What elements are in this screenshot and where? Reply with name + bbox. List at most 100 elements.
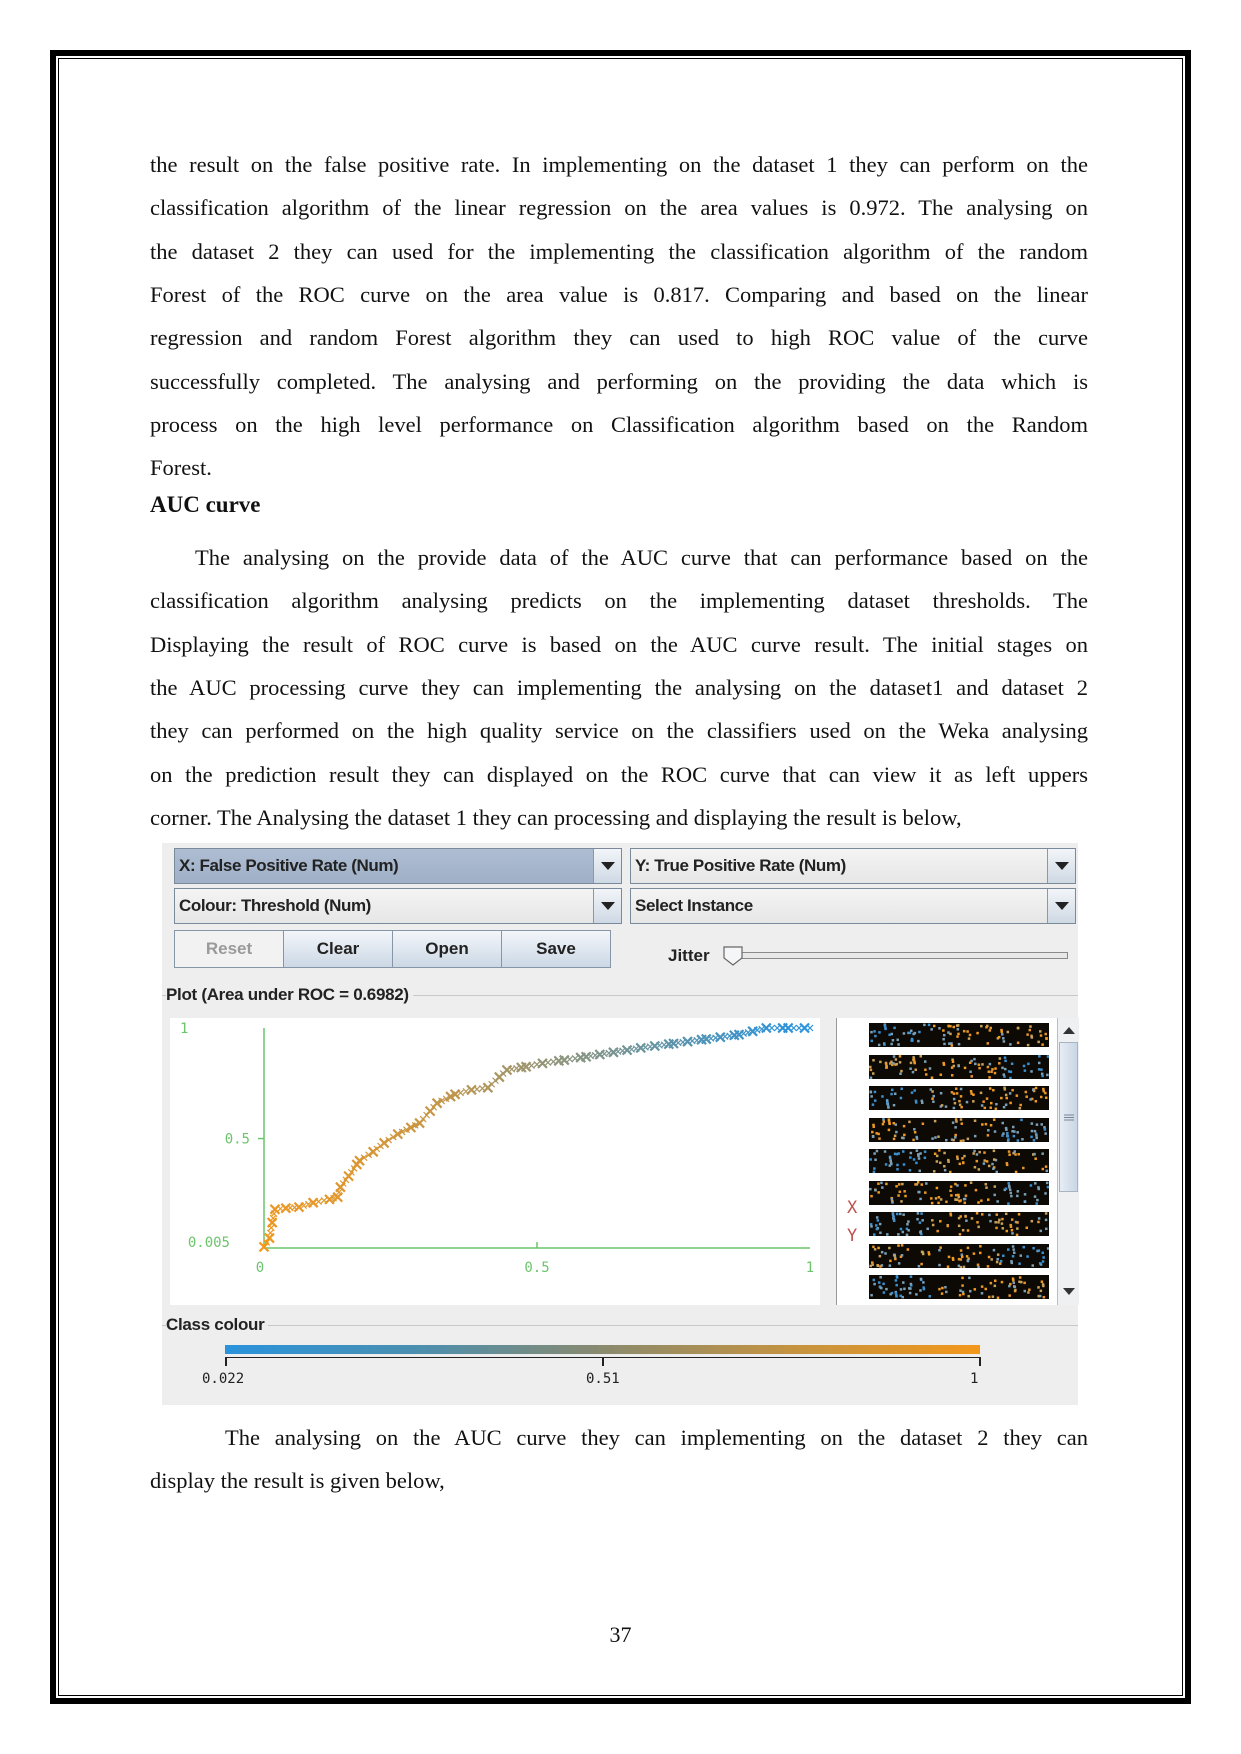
attribute-mini-plot[interactable] [869, 1275, 1049, 1300]
mini-plot-dot [1011, 1125, 1015, 1128]
mini-plot-dot [871, 1103, 875, 1106]
mini-plot-dot [1016, 1221, 1019, 1224]
mini-plot-dot [1008, 1092, 1012, 1095]
chevron-down-icon[interactable] [593, 889, 621, 923]
mini-plot-dot [996, 1199, 999, 1203]
mini-plot-dot [981, 1122, 984, 1126]
mini-plot-dot [1004, 1059, 1007, 1062]
mini-plot-dot [986, 1264, 990, 1268]
jitter-slider-thumb[interactable] [722, 945, 744, 967]
attribute-mini-plot[interactable] [869, 1023, 1049, 1047]
instance-select[interactable]: Select Instance [630, 888, 1076, 924]
mini-plot-dot [1005, 1096, 1008, 1100]
mini-plot-dot [912, 1058, 915, 1061]
open-button[interactable]: Open [392, 930, 502, 968]
mini-plot-dot [1041, 1074, 1044, 1077]
mini-plot-dot [892, 1061, 895, 1065]
colour-select[interactable]: Colour: Threshold (Num) [174, 888, 622, 924]
scroll-up-icon[interactable] [1058, 1020, 1079, 1040]
x-tick-label: 1 [806, 1260, 814, 1276]
mini-plot-dot [975, 1153, 979, 1156]
mini-plot-dot [1039, 1034, 1043, 1037]
mini-plot-dot [881, 1185, 884, 1189]
chevron-down-icon[interactable] [593, 849, 621, 883]
roc-point [649, 1040, 661, 1052]
mini-plot-dot [1040, 1122, 1043, 1126]
mini-plot-dot [974, 1062, 977, 1065]
roc-curve-chart: 1 0.5 0.005 0 0.5 1 [180, 1021, 814, 1276]
mini-plot-dot [1014, 1288, 1017, 1292]
mini-plot-dot [939, 1245, 942, 1249]
text-line: the result on the false positive rate. I… [150, 152, 1088, 177]
mini-plot-dot [957, 1032, 960, 1036]
mini-plot-dot [963, 1154, 966, 1158]
mini-plot-dot [960, 1121, 964, 1125]
mini-plot-dot [982, 1100, 985, 1103]
mini-plot-dot [1024, 1090, 1028, 1094]
mini-plot-dot [891, 1200, 894, 1204]
mini-plot-dot [955, 1024, 959, 1027]
mini-plot-dot [955, 1092, 959, 1095]
x-tick-label: 0 [256, 1260, 264, 1276]
x-axis-select[interactable]: X: False Positive Rate (Num) [174, 848, 622, 884]
chevron-down-icon[interactable] [1047, 889, 1075, 923]
mini-plot-dot [988, 1075, 991, 1079]
attribute-mini-plot[interactable] [869, 1212, 1049, 1237]
mini-plot-dot [1029, 1025, 1032, 1028]
legend-scrollbar[interactable] [1057, 1018, 1079, 1305]
mini-plot-dot [970, 1092, 973, 1095]
mini-plot-dot [958, 1293, 962, 1297]
text-line: the dataset 2 they can used for the impl… [150, 238, 1088, 264]
mini-plot-dot [979, 1244, 982, 1248]
mini-plot-dot [1002, 1254, 1005, 1257]
mini-plot-dot [924, 1190, 927, 1194]
attribute-mini-plot[interactable] [869, 1243, 1050, 1268]
mini-plot-dot [995, 1102, 998, 1106]
attribute-mini-plot[interactable] [869, 1086, 1049, 1111]
clear-button[interactable]: Clear [283, 930, 393, 968]
mini-plot-dot [898, 1190, 902, 1193]
mini-plot-dot [873, 1167, 876, 1170]
mini-plot-dot [1000, 1030, 1004, 1033]
mini-plot-dot [890, 1092, 893, 1096]
reset-button[interactable]: Reset [174, 930, 284, 968]
mini-plot-dot [880, 1181, 883, 1184]
weka-roc-visualizer: X: False Positive Rate (Num) Y: True Pos… [162, 843, 1079, 1405]
mini-plot-dot [916, 1212, 920, 1215]
mini-plot-dot [992, 1088, 995, 1092]
mini-plot-dot [938, 1287, 941, 1291]
mini-plot-dot [939, 1197, 943, 1201]
mini-plot-dot [869, 1091, 873, 1094]
y-axis-select[interactable]: Y: True Positive Rate (Num) [630, 848, 1076, 884]
mini-plot-dot [943, 1164, 946, 1168]
scroll-down-icon[interactable] [1058, 1282, 1079, 1302]
mini-plot-dot [947, 1024, 950, 1028]
mini-plot-dot [991, 1162, 994, 1166]
mini-plot-dot [912, 1158, 916, 1161]
mini-plot-dot [879, 1264, 882, 1268]
mini-plot-dots [869, 1054, 1050, 1079]
mini-plot-dot [1012, 1278, 1015, 1282]
jitter-slider[interactable] [730, 952, 1068, 959]
save-button[interactable]: Save [501, 930, 611, 968]
mini-plot-dot [998, 1218, 1001, 1222]
roc-point [315, 1198, 323, 1205]
attribute-mini-plot[interactable] [869, 1149, 1049, 1174]
colour-select-value: Colour: Threshold (Num) [179, 896, 371, 915]
mini-plot-dot [895, 1130, 898, 1133]
attribute-mini-plot[interactable] [869, 1054, 1050, 1079]
mini-plot-dot [950, 1193, 953, 1197]
mini-plot-dot [918, 1169, 921, 1173]
mini-plot-dot [965, 1254, 969, 1258]
mini-plot-dot [870, 1225, 873, 1228]
attribute-mini-plot[interactable] [869, 1117, 1049, 1142]
mini-plot-dot [1044, 1165, 1048, 1168]
scrollbar-thumb[interactable] [1059, 1042, 1078, 1192]
mini-plot-dot [897, 1182, 901, 1186]
attribute-mini-plot[interactable] [869, 1180, 1050, 1205]
mini-plot-dot [910, 1039, 913, 1042]
chevron-down-icon[interactable] [1047, 849, 1075, 883]
mini-plot-dot [1009, 1282, 1012, 1286]
mini-plot-dot [869, 1068, 873, 1071]
mini-plot-dot [917, 1154, 920, 1158]
